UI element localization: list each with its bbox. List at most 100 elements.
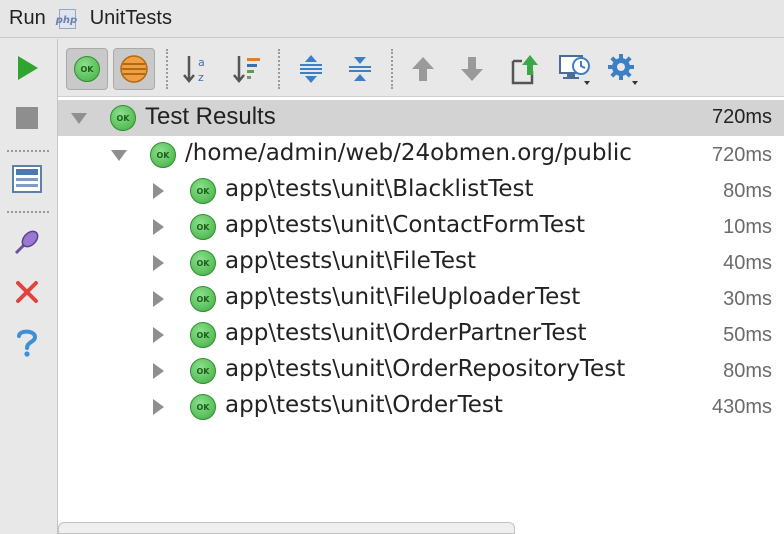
expand-all-button[interactable] (290, 48, 332, 90)
toolbar-separator (278, 49, 280, 89)
expand-arrow-icon[interactable] (153, 255, 164, 271)
export-icon (511, 55, 538, 85)
export-button[interactable] (504, 48, 546, 90)
arrow-down-icon (461, 57, 483, 81)
ok-status-icon: OK (190, 286, 216, 312)
gear-icon (608, 54, 638, 85)
ok-badge-text: OK (196, 294, 210, 304)
sort-alphabetically-icon: a z (183, 56, 205, 84)
test-name-label: app\tests\unit\ContactFormTest (225, 212, 585, 238)
duration-label: 430ms (711, 396, 772, 418)
play-icon (18, 56, 38, 80)
toolbar-separator (166, 49, 168, 89)
ok-badge-text: OK (196, 258, 210, 268)
collapse-all-icon (349, 57, 371, 81)
stop-button[interactable] (9, 100, 45, 136)
sort-alpha-button[interactable]: a z (176, 48, 218, 90)
layout-icon (12, 165, 42, 193)
duration-label: 80ms (723, 180, 772, 202)
tree-node-label: Test Results (145, 103, 276, 130)
pin-icon (14, 230, 39, 255)
duration-label: 720ms (711, 144, 772, 166)
test-results-tree: OK Test Results 720ms OK /home/admin/web… (58, 97, 784, 534)
ok-badge-text: OK (156, 150, 170, 160)
toolbar-separator (391, 49, 393, 89)
test-name-label: app\tests\unit\BlacklistTest (225, 176, 534, 202)
settings-button[interactable] (602, 48, 644, 90)
tree-suite-row[interactable]: OK /home/admin/web/24obmen.org/public 72… (58, 137, 784, 173)
ok-status-icon: OK (110, 105, 136, 131)
ok-badge-text: OK (196, 186, 210, 196)
ok-badge-text: OK (196, 330, 210, 340)
duration-label: 80ms (723, 360, 772, 382)
test-row[interactable]: OK app\tests\unit\FileTest 40ms (58, 245, 784, 281)
svg-text:a: a (198, 56, 205, 69)
expand-arrow-icon[interactable] (153, 219, 164, 235)
ok-badge-text: OK (80, 64, 94, 74)
show-ignored-toggle[interactable] (113, 48, 155, 90)
prev-failed-button[interactable] (402, 48, 444, 90)
ok-status-icon: OK (190, 178, 216, 204)
test-name-label: app\tests\unit\OrderRepositoryTest (225, 356, 626, 382)
test-row[interactable]: OK app\tests\unit\OrderPartnerTest 50ms (58, 317, 784, 353)
ignored-filter-icon (120, 55, 148, 83)
ok-badge-text: OK (196, 402, 210, 412)
arrow-up-icon (412, 57, 434, 81)
test-row[interactable]: OK app\tests\unit\OrderTest 430ms (58, 389, 784, 425)
toolbar-separator (7, 150, 49, 152)
ok-status-icon: OK (190, 250, 216, 276)
tree-root-row[interactable]: OK Test Results 720ms (58, 100, 784, 136)
expand-all-icon (300, 55, 322, 83)
ok-status-icon: OK (190, 214, 216, 240)
ok-status-icon: OK (190, 358, 216, 384)
left-toolbar (0, 39, 58, 534)
svg-text:z: z (198, 71, 204, 84)
ok-filter-icon: OK (74, 56, 100, 82)
test-row[interactable]: OK app\tests\unit\ContactFormTest 10ms (58, 209, 784, 245)
expand-arrow-icon[interactable] (153, 327, 164, 343)
pin-button[interactable] (9, 224, 45, 260)
collapse-all-button[interactable] (339, 48, 381, 90)
php-icon-label: php (55, 14, 78, 26)
run-config-title: UnitTests (89, 7, 172, 29)
tree-node-label: /home/admin/web/24obmen.org/public (185, 140, 632, 166)
test-name-label: app\tests\unit\OrderPartnerTest (225, 320, 587, 346)
duration-label: 10ms (723, 216, 772, 238)
ok-status-icon: OK (150, 142, 176, 168)
collapse-arrow-icon[interactable] (111, 150, 127, 161)
rerun-button[interactable] (9, 50, 45, 86)
collapse-arrow-icon[interactable] (71, 113, 87, 124)
expand-arrow-icon[interactable] (153, 183, 164, 199)
php-file-icon: php (55, 8, 80, 29)
expand-arrow-icon[interactable] (153, 291, 164, 307)
help-icon (17, 329, 38, 357)
ok-status-icon: OK (190, 322, 216, 348)
ok-badge-text: OK (196, 366, 210, 376)
test-row[interactable]: OK app\tests\unit\BlacklistTest 80ms (58, 173, 784, 209)
ok-badge-text: OK (196, 222, 210, 232)
duration-label: 50ms (723, 324, 772, 346)
test-row[interactable]: OK app\tests\unit\OrderRepositoryTest 80… (58, 353, 784, 389)
test-name-label: app\tests\unit\FileTest (225, 248, 477, 274)
duration-label: 720ms (711, 106, 772, 128)
sort-duration-button[interactable] (226, 48, 268, 90)
test-name-label: app\tests\unit\FileUploaderTest (225, 284, 581, 310)
test-row[interactable]: OK app\tests\unit\FileUploaderTest 30ms (58, 281, 784, 317)
ok-status-icon: OK (190, 394, 216, 420)
horizontal-scrollbar[interactable] (58, 522, 515, 534)
title-bar: Run php UnitTests (0, 0, 784, 38)
run-label: Run (9, 7, 46, 29)
expand-arrow-icon[interactable] (153, 363, 164, 379)
layout-button[interactable] (9, 161, 45, 197)
test-history-icon (559, 55, 590, 85)
close-button[interactable] (9, 274, 45, 310)
show-passed-toggle[interactable]: OK (66, 48, 108, 90)
ok-badge-text: OK (116, 113, 130, 123)
stop-icon (16, 107, 38, 129)
test-name-label: app\tests\unit\OrderTest (225, 392, 503, 418)
expand-arrow-icon[interactable] (153, 399, 164, 415)
next-failed-button[interactable] (451, 48, 493, 90)
toolbar-separator (7, 211, 49, 213)
help-button[interactable] (9, 324, 45, 360)
test-history-button[interactable] (554, 48, 596, 90)
